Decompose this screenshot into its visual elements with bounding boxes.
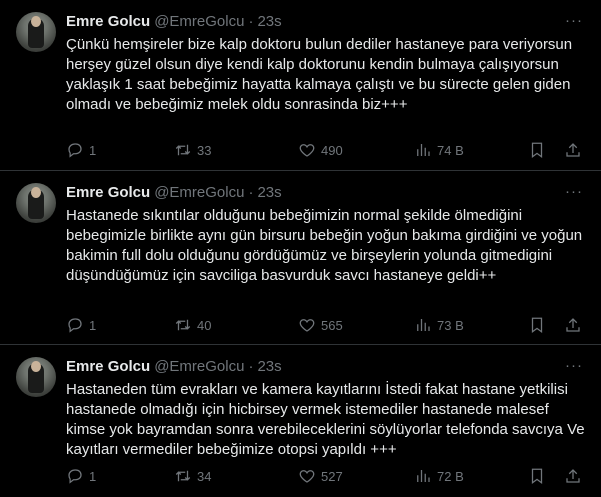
bookmark-icon: [531, 468, 543, 485]
share-icon: [566, 143, 580, 157]
views-count: 72 B: [437, 468, 464, 484]
separator-dot: ·: [248, 358, 254, 375]
views-button[interactable]: 74 B: [414, 141, 518, 159]
avatar[interactable]: [16, 183, 56, 223]
bookmark-button[interactable]: [528, 316, 546, 334]
views-icon: [417, 319, 430, 331]
reply-button[interactable]: 1: [66, 141, 154, 159]
separator-dot: ·: [248, 13, 254, 30]
bookmark-icon: [531, 317, 543, 334]
like-icon: [299, 470, 315, 483]
retweet-button[interactable]: 34: [174, 467, 298, 485]
action-bar: 1 40 565 73 B: [66, 315, 585, 335]
separator-dot: ·: [248, 184, 254, 201]
share-button[interactable]: [564, 316, 582, 334]
retweet-button[interactable]: 40: [174, 316, 298, 334]
bookmark-button[interactable]: [528, 141, 546, 159]
retweet-count: 34: [197, 468, 212, 484]
action-bar: 1 34 527 72 B: [66, 466, 585, 486]
retweet-count: 40: [197, 317, 212, 333]
reply-count: 1: [89, 317, 97, 333]
tweet-text: Çünkü hemşireler bize kalp doktoru bulun…: [66, 36, 573, 113]
author-name[interactable]: Emre Golcu: [66, 183, 150, 203]
views-count: 74 B: [437, 142, 464, 158]
views-button[interactable]: 73 B: [414, 316, 518, 334]
reply-icon: [68, 143, 82, 158]
reply-button[interactable]: 1: [66, 467, 154, 485]
author-handle[interactable]: @EmreGolcu: [154, 183, 244, 203]
tweet-header: Emre Golcu @EmreGolcu · 23s: [66, 183, 585, 203]
timestamp[interactable]: 23s: [257, 183, 281, 203]
author-handle[interactable]: @EmreGolcu: [154, 12, 244, 32]
action-bar: 1 33 490 74 B: [66, 140, 585, 160]
bookmark-icon: [531, 142, 543, 159]
tweet-header: Emre Golcu @EmreGolcu · 23s: [66, 12, 585, 32]
like-button[interactable]: 565: [298, 316, 414, 334]
avatar[interactable]: [16, 357, 56, 397]
avatar[interactable]: [16, 12, 56, 52]
views-button[interactable]: 72 B: [414, 467, 518, 485]
share-icon: [566, 318, 580, 332]
reply-button[interactable]: 1: [66, 316, 154, 334]
bookmark-button[interactable]: [528, 467, 546, 485]
retweet-count: 33: [197, 142, 212, 158]
like-icon: [299, 319, 315, 332]
like-count: 565: [321, 317, 343, 333]
tweet-text: Hastanede sıkıntılar olduğunu bebeğimizi…: [66, 207, 583, 284]
author-handle[interactable]: @EmreGolcu: [154, 357, 244, 377]
reply-count: 1: [89, 142, 97, 158]
timestamp[interactable]: 23s: [257, 12, 281, 32]
author-name[interactable]: Emre Golcu: [66, 12, 150, 32]
tweet-header: Emre Golcu @EmreGolcu · 23s: [66, 357, 585, 377]
reply-icon: [68, 318, 82, 333]
retweet-button[interactable]: 33: [174, 141, 298, 159]
like-button[interactable]: 490: [298, 141, 414, 159]
tweet[interactable]: ··· Emre Golcu @EmreGolcu · 23s Hastaned…: [0, 171, 601, 345]
reply-icon: [68, 469, 82, 484]
tweet[interactable]: ··· Emre Golcu @EmreGolcu · 23s Çünkü he…: [0, 0, 601, 171]
retweet-icon: [175, 144, 191, 156]
retweet-icon: [175, 319, 191, 331]
views-icon: [417, 144, 430, 156]
more-icon[interactable]: ···: [565, 358, 583, 373]
views-icon: [417, 470, 430, 482]
share-icon: [566, 469, 580, 483]
more-icon[interactable]: ···: [565, 184, 583, 199]
share-button[interactable]: [564, 467, 582, 485]
views-count: 73 B: [437, 317, 464, 333]
tweet[interactable]: ··· Emre Golcu @EmreGolcu · 23s Hastaned…: [0, 345, 601, 497]
like-count: 490: [321, 142, 343, 158]
retweet-icon: [175, 470, 191, 482]
share-button[interactable]: [564, 141, 582, 159]
more-icon[interactable]: ···: [565, 13, 583, 28]
reply-count: 1: [89, 468, 97, 484]
author-name[interactable]: Emre Golcu: [66, 357, 150, 377]
timestamp[interactable]: 23s: [257, 357, 281, 377]
tweet-text: Hastaneden tüm evrakları ve kamera kayıt…: [66, 381, 585, 458]
like-icon: [299, 144, 315, 157]
like-count: 527: [321, 468, 343, 484]
like-button[interactable]: 527: [298, 467, 414, 485]
